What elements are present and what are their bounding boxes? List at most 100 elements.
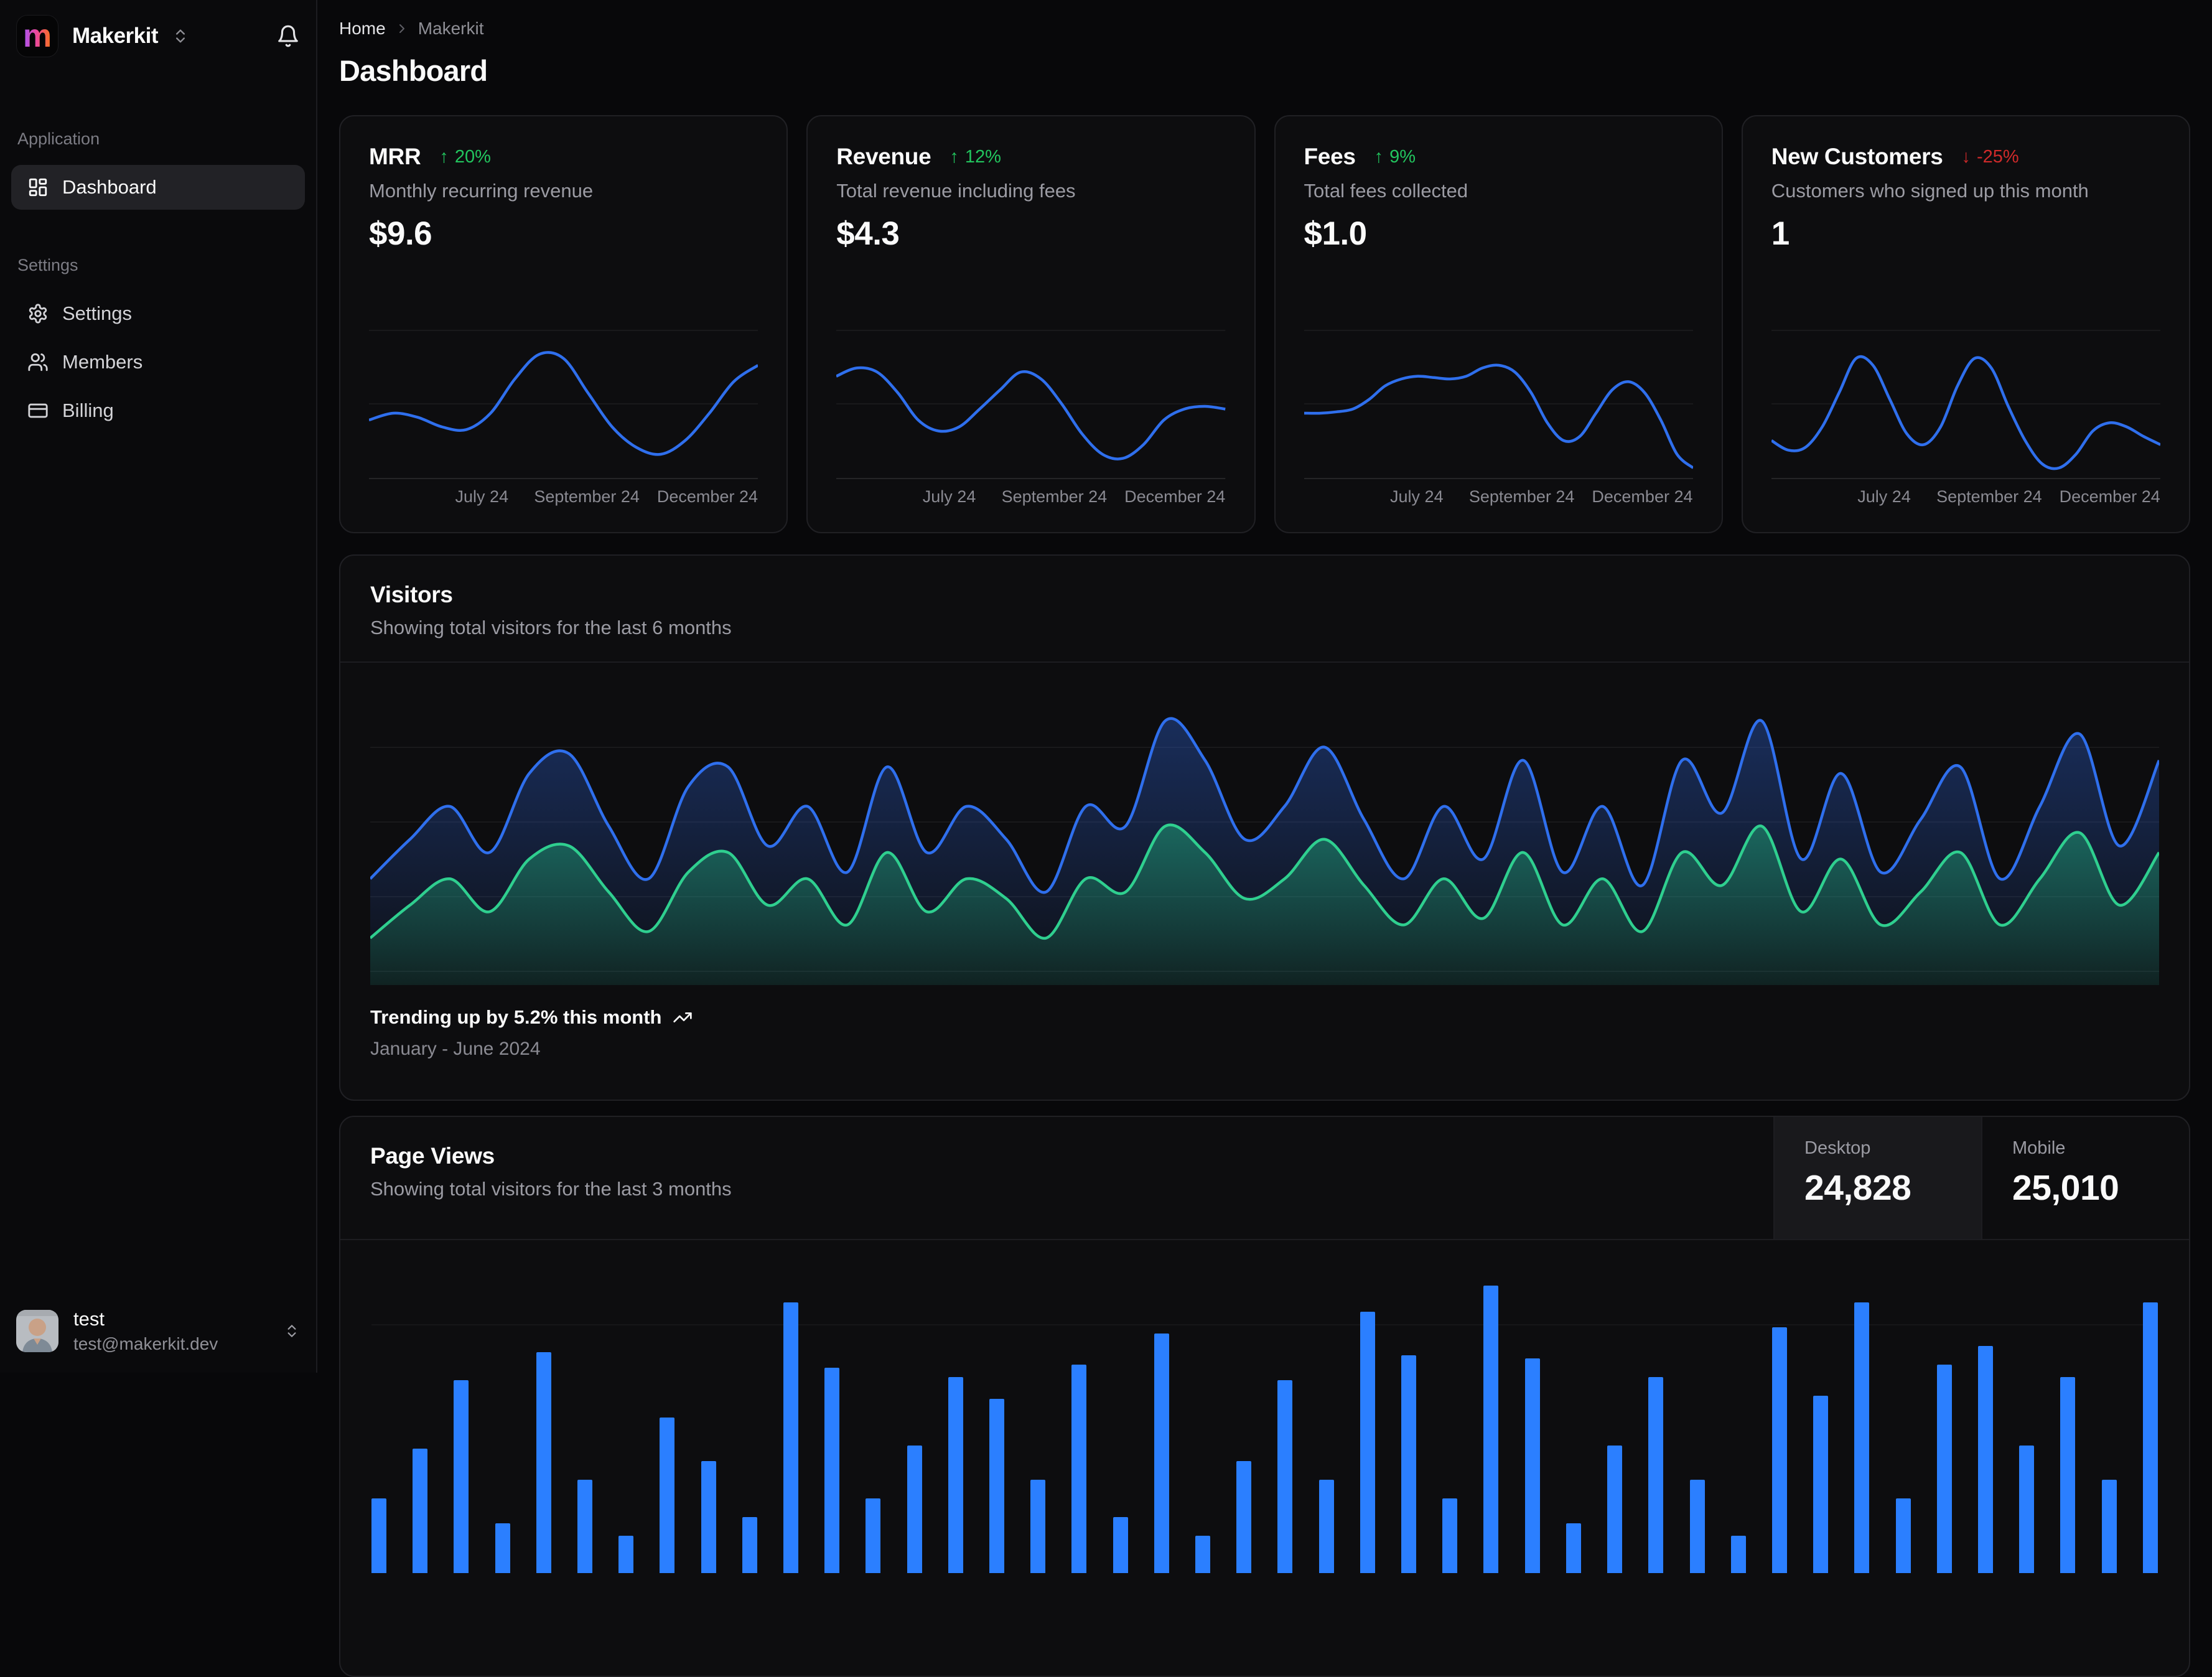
tab-desktop[interactable]: Desktop 24,828 <box>1773 1117 1981 1239</box>
trend-badge: ↑ 9% <box>1374 147 1416 167</box>
x-tick: July 24 <box>455 487 509 506</box>
members-icon <box>27 352 49 373</box>
page-views-card: Page Views Showing total visitors for th… <box>339 1116 2190 1677</box>
workspace-name: Makerkit <box>72 24 159 48</box>
stat-value: $1.0 <box>1304 215 1368 252</box>
breadcrumb-current: Makerkit <box>418 19 484 38</box>
bar <box>2060 1377 2076 1573</box>
stat-value: 1 <box>1771 215 1790 252</box>
sidebar-item-settings[interactable]: Settings <box>11 291 305 336</box>
stat-card-revenue: Revenue ↑ 12% Total revenue including fe… <box>806 115 1256 533</box>
bar <box>783 1302 799 1573</box>
sidebar-item-dashboard[interactable]: Dashboard <box>11 165 305 210</box>
user-menu[interactable]: test test@makerkit.dev <box>16 1308 300 1354</box>
tab-label: Mobile <box>2012 1138 2066 1158</box>
sidebar-item-label: Settings <box>62 302 133 324</box>
bar <box>1154 1334 1169 1573</box>
x-axis-labels: July 24 September 24 December 24 <box>836 487 1225 516</box>
trend-value: 20% <box>454 146 491 167</box>
bar <box>1360 1312 1375 1573</box>
bar <box>1236 1461 1252 1573</box>
bar <box>1195 1536 1211 1573</box>
x-tick: July 24 <box>1857 487 1911 506</box>
bar <box>1648 1377 1664 1573</box>
stat-value: $9.6 <box>369 215 432 252</box>
x-tick: September 24 <box>1936 487 2042 506</box>
stat-title: Revenue <box>836 144 931 169</box>
x-tick: September 24 <box>534 487 640 506</box>
stat-cards-row: MRR ↑ 20% Monthly recurring revenue $9.6… <box>339 115 2190 533</box>
stat-card-fees: Fees ↑ 9% Total fees collected $1.0 July… <box>1274 115 1723 533</box>
chevrons-up-down-icon[interactable] <box>172 27 189 45</box>
trend-value: 12% <box>964 146 1001 167</box>
sidebar-section-settings: Settings <box>17 256 78 274</box>
trending-up-icon <box>673 1007 693 1027</box>
sparkline-chart <box>836 324 1226 480</box>
trend-badge: ↑ 12% <box>950 147 1001 167</box>
x-tick: December 24 <box>656 487 758 506</box>
bar <box>1730 1536 1746 1573</box>
chevron-right-icon <box>394 21 409 36</box>
bar <box>1442 1498 1458 1573</box>
stat-description: Monthly recurring revenue <box>369 180 594 202</box>
settings-icon <box>27 303 49 324</box>
page-title: Dashboard <box>339 54 488 87</box>
avatar <box>16 1310 58 1352</box>
page-views-tabs: Desktop 24,828 Mobile 25,010 <box>1773 1117 2189 1239</box>
bar <box>824 1368 840 1573</box>
x-tick: September 24 <box>1001 487 1108 506</box>
bar <box>907 1446 922 1573</box>
sidebar-item-members[interactable]: Members <box>11 340 305 385</box>
bar <box>1566 1523 1581 1573</box>
page-views-bar-chart <box>371 1253 2158 1573</box>
bar <box>1318 1480 1334 1573</box>
makerkit-logo-letter: m <box>22 18 52 54</box>
sidebar-item-billing[interactable]: Billing <box>11 388 305 433</box>
bar <box>1401 1355 1417 1573</box>
trend-badge: ↓ -25% <box>1961 147 2018 167</box>
visitors-trend-text: Trending up by 5.2% this month <box>370 1006 662 1028</box>
bar <box>1071 1365 1087 1573</box>
bar <box>1689 1480 1705 1573</box>
workspace-selector[interactable]: m Makerkit <box>11 0 305 57</box>
tab-mobile[interactable]: Mobile 25,010 <box>1981 1117 2189 1239</box>
bar <box>1771 1327 1787 1573</box>
bar <box>989 1399 1005 1573</box>
breadcrumb-home-link[interactable]: Home <box>339 19 386 39</box>
bar <box>660 1418 675 1573</box>
bar <box>1813 1396 1829 1573</box>
visitors-subtitle: Showing total visitors for the last 6 mo… <box>370 617 732 638</box>
x-axis-labels: July 24 September 24 December 24 <box>1771 487 2160 516</box>
breadcrumb: Home Makerkit <box>339 0 2190 39</box>
billing-icon <box>27 400 49 421</box>
bar <box>1483 1286 1499 1573</box>
tab-value: 24,828 <box>1804 1168 1911 1208</box>
sparkline-chart <box>1304 324 1693 480</box>
bar <box>2019 1446 2035 1573</box>
bar <box>1030 1480 1046 1573</box>
x-axis-labels: July 24 September 24 December 24 <box>1304 487 1693 516</box>
stat-title: Fees <box>1304 144 1356 169</box>
bar <box>1895 1498 1911 1573</box>
bar <box>742 1517 757 1573</box>
bar <box>454 1380 469 1573</box>
x-axis-labels: July 24 September 24 December 24 <box>369 487 758 516</box>
chevrons-up-down-icon <box>284 1323 300 1339</box>
bar <box>866 1498 881 1573</box>
stat-title: MRR <box>369 144 421 169</box>
sparkline-chart <box>369 324 758 480</box>
x-tick: December 24 <box>2059 487 2160 506</box>
bar <box>2142 1302 2158 1573</box>
stat-card-mrr: MRR ↑ 20% Monthly recurring revenue $9.6… <box>339 115 788 533</box>
bar <box>701 1461 716 1573</box>
bar <box>495 1523 510 1573</box>
bell-icon[interactable] <box>276 24 300 48</box>
makerkit-logo: m <box>16 15 58 57</box>
bar <box>1854 1302 1870 1573</box>
tab-value: 25,010 <box>2012 1168 2119 1208</box>
x-tick: July 24 <box>922 487 976 506</box>
bar <box>1113 1517 1128 1573</box>
stat-description: Total fees collected <box>1304 180 1468 202</box>
user-email: test@makerkit.dev <box>73 1334 218 1353</box>
stat-description: Total revenue including fees <box>836 180 1076 202</box>
